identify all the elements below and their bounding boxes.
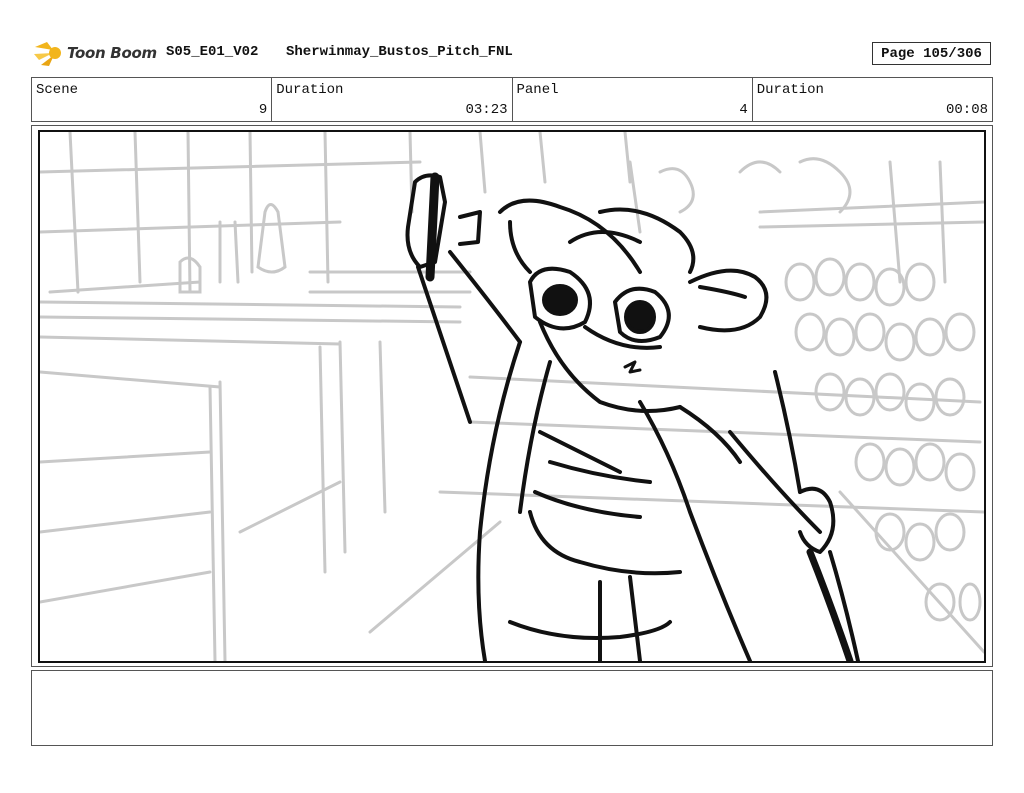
scene-duration-cell: Duration 03:23 bbox=[272, 78, 513, 121]
panel-duration-label: Duration bbox=[756, 82, 824, 98]
scene-label: Scene bbox=[36, 82, 79, 98]
scene-value: 9 bbox=[258, 102, 268, 118]
toon-boom-star-icon bbox=[34, 42, 61, 66]
panel-label: Panel bbox=[516, 82, 559, 98]
logo-text: Toon Boom bbox=[67, 44, 157, 62]
page-number: Page 105/306 bbox=[872, 42, 991, 65]
panel-value: 4 bbox=[739, 102, 748, 118]
panel-notes-box bbox=[31, 670, 993, 746]
scene-duration-label: Duration bbox=[276, 82, 344, 98]
storyboard-panel bbox=[38, 130, 986, 663]
project-code: S05_E01_V02 bbox=[166, 44, 259, 60]
scene-duration-value: 03:23 bbox=[465, 102, 508, 118]
background-sketch bbox=[40, 132, 984, 661]
scene-info-row: Scene 9 Duration 03:23 Panel 4 Duration … bbox=[31, 77, 993, 122]
panel-duration-value: 00:08 bbox=[945, 102, 988, 118]
panel-cell: Panel 4 bbox=[513, 78, 753, 121]
scene-cell: Scene 9 bbox=[32, 78, 273, 121]
toon-boom-logo: Toon Boom bbox=[33, 38, 157, 68]
storyboard-sketch-drawing bbox=[40, 132, 984, 661]
project-name: Sherwinmay_Bustos_Pitch_FNL bbox=[286, 44, 513, 60]
character-sketch bbox=[405, 172, 860, 661]
panel-duration-cell: Duration 00:08 bbox=[753, 78, 992, 121]
